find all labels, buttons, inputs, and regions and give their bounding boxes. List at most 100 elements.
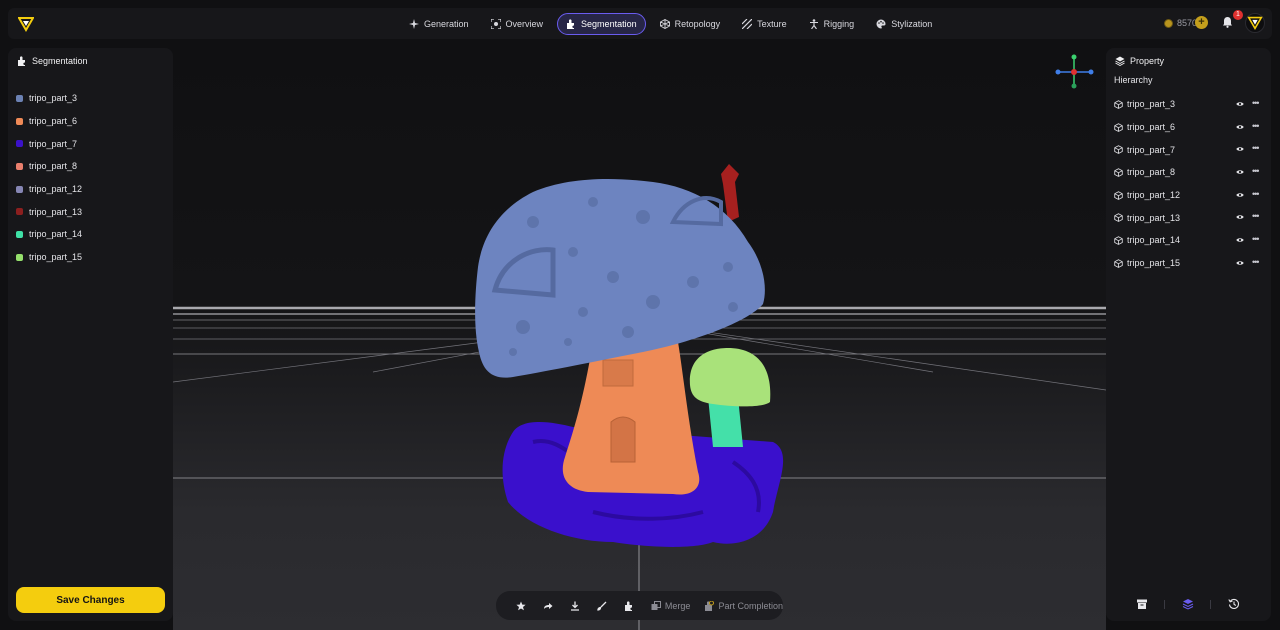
hierarchy-row[interactable]: tripo_part_7 ••• bbox=[1114, 138, 1266, 161]
save-changes-button[interactable]: Save Changes bbox=[16, 587, 165, 613]
hierarchy-row[interactable]: tripo_part_8 ••• bbox=[1114, 161, 1266, 184]
cube-icon bbox=[1114, 145, 1123, 155]
more-options-icon[interactable]: ••• bbox=[1252, 234, 1262, 244]
eye-icon[interactable] bbox=[1236, 124, 1244, 130]
list-item[interactable]: tripo_part_7 bbox=[16, 132, 82, 155]
avatar[interactable] bbox=[1245, 13, 1265, 33]
history-icon[interactable] bbox=[1228, 598, 1240, 610]
tab-rigging[interactable]: Rigging bbox=[801, 13, 863, 35]
select-tool-button[interactable] bbox=[508, 591, 535, 620]
merge-icon bbox=[651, 600, 661, 610]
part-color-swatch bbox=[16, 117, 23, 125]
list-item[interactable]: tripo_part_13 bbox=[16, 200, 82, 223]
more-options-icon[interactable]: ••• bbox=[1252, 166, 1262, 176]
puzzle-icon bbox=[18, 56, 25, 66]
layers-icon[interactable] bbox=[1182, 598, 1194, 610]
bell-icon[interactable] bbox=[1222, 16, 1233, 28]
credits-value: 8570 bbox=[1177, 18, 1198, 28]
more-options-icon[interactable]: ••• bbox=[1252, 98, 1262, 108]
tripo-logo-icon[interactable] bbox=[18, 16, 34, 32]
hierarchy-row[interactable]: tripo_part_6 ••• bbox=[1114, 116, 1266, 139]
cube-icon bbox=[1114, 190, 1123, 200]
hierarchy-row[interactable]: tripo_part_15 ••• bbox=[1114, 252, 1266, 275]
download-button[interactable] bbox=[562, 591, 589, 620]
part-color-swatch bbox=[16, 94, 23, 102]
hierarchy-row[interactable]: tripo_part_13 ••• bbox=[1114, 206, 1266, 229]
redo-icon bbox=[544, 602, 553, 609]
hierarchy-row[interactable]: tripo_part_14 ••• bbox=[1114, 229, 1266, 252]
eye-icon[interactable] bbox=[1236, 260, 1244, 266]
hierarchy-label: tripo_part_12 bbox=[1127, 190, 1181, 201]
tab-texture[interactable]: Texture bbox=[734, 13, 795, 35]
divider bbox=[1210, 600, 1211, 609]
list-item[interactable]: tripo_part_8 bbox=[16, 155, 82, 178]
sparkle-icon bbox=[409, 19, 419, 29]
archive-icon[interactable] bbox=[1136, 598, 1148, 610]
segment-tool-button[interactable] bbox=[616, 591, 643, 620]
property-panel-title: Property bbox=[1115, 56, 1164, 66]
merge-button[interactable]: Merge bbox=[651, 600, 690, 611]
3d-viewport[interactable] bbox=[173, 42, 1106, 630]
credits-balance: 8570 bbox=[1164, 18, 1197, 28]
tab-generation-label: Generation bbox=[424, 19, 469, 29]
more-options-icon[interactable]: ••• bbox=[1252, 121, 1262, 131]
hierarchy-label: tripo_part_15 bbox=[1127, 258, 1181, 269]
hierarchy-label: tripo_part_14 bbox=[1127, 235, 1181, 246]
eye-icon[interactable] bbox=[1236, 237, 1244, 243]
part-label: tripo_part_14 bbox=[29, 229, 83, 240]
more-options-icon[interactable]: ••• bbox=[1252, 143, 1262, 153]
list-item[interactable]: tripo_part_15 bbox=[16, 246, 82, 269]
list-item[interactable]: tripo_part_14 bbox=[16, 223, 82, 246]
part-color-swatch bbox=[16, 253, 23, 261]
figure-icon bbox=[809, 19, 818, 29]
eye-icon[interactable] bbox=[1236, 146, 1244, 152]
more-options-icon[interactable]: ••• bbox=[1252, 189, 1262, 199]
part-list: tripo_part_3 tripo_part_6 tripo_part_7 t… bbox=[16, 87, 82, 269]
part-label: tripo_part_6 bbox=[29, 116, 78, 127]
brush-icon bbox=[597, 601, 607, 611]
tab-retopology[interactable]: Retopology bbox=[652, 13, 729, 35]
part-color-swatch bbox=[16, 208, 23, 216]
eye-icon[interactable] bbox=[1236, 169, 1244, 175]
tab-overview[interactable]: Overview bbox=[483, 13, 552, 35]
list-item[interactable]: tripo_part_3 bbox=[16, 87, 82, 110]
main-nav: Generation Overview Segmentation Retopol… bbox=[401, 13, 940, 35]
scene-render bbox=[173, 164, 1106, 630]
hierarchy-row[interactable]: tripo_part_12 ••• bbox=[1114, 184, 1266, 207]
more-options-icon[interactable]: ••• bbox=[1252, 257, 1262, 267]
part-color-swatch bbox=[16, 162, 23, 170]
cube-icon bbox=[1114, 168, 1123, 177]
tab-overview-label: Overview bbox=[505, 19, 544, 29]
tab-generation[interactable]: Generation bbox=[401, 13, 477, 35]
eye-icon[interactable] bbox=[1236, 101, 1244, 107]
hierarchy-row[interactable]: tripo_part_3 ••• bbox=[1114, 93, 1266, 116]
eye-icon[interactable] bbox=[1236, 192, 1244, 198]
hierarchy-label: tripo_part_8 bbox=[1127, 167, 1176, 178]
focus-icon bbox=[490, 19, 501, 29]
part-label: tripo_part_7 bbox=[29, 138, 78, 149]
redo-button[interactable] bbox=[535, 591, 562, 620]
list-item[interactable]: tripo_part_12 bbox=[16, 178, 82, 201]
add-credits-button[interactable]: + bbox=[1195, 16, 1208, 29]
part-label: tripo_part_13 bbox=[29, 206, 83, 217]
more-options-icon[interactable]: ••• bbox=[1252, 211, 1262, 221]
texture-icon bbox=[742, 19, 753, 29]
cube-icon bbox=[1114, 122, 1123, 132]
puzzle-icon bbox=[625, 600, 633, 611]
notification-badge: 1 bbox=[1233, 10, 1243, 20]
palette-icon bbox=[876, 19, 886, 29]
axis-gizmo-icon[interactable] bbox=[1055, 54, 1095, 90]
part-completion-button[interactable]: Part Completion bbox=[704, 600, 783, 611]
brush-tool-button[interactable] bbox=[589, 591, 616, 620]
segmentation-toolbar: Merge Part Completion bbox=[496, 591, 783, 620]
hierarchy-heading: Hierarchy bbox=[1114, 75, 1153, 85]
tab-stylization-label: Stylization bbox=[891, 19, 933, 29]
user-logo-icon bbox=[1247, 16, 1263, 31]
eye-icon[interactable] bbox=[1236, 214, 1244, 220]
tab-segmentation[interactable]: Segmentation bbox=[557, 13, 646, 35]
layers-icon bbox=[1115, 56, 1125, 66]
tab-texture-label: Texture bbox=[757, 19, 787, 29]
panel-title-text: Segmentation bbox=[32, 56, 88, 66]
tab-stylization[interactable]: Stylization bbox=[868, 13, 940, 35]
list-item[interactable]: tripo_part_6 bbox=[16, 110, 82, 133]
